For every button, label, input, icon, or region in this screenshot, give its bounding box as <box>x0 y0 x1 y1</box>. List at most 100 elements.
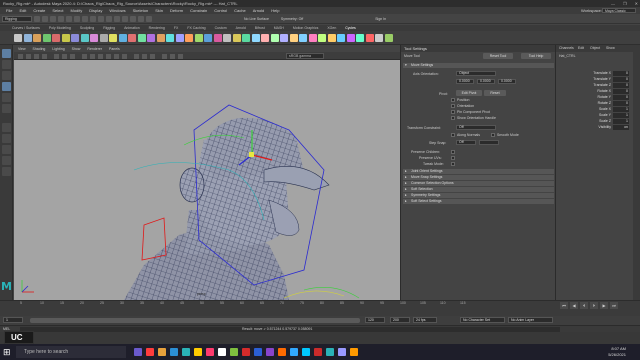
shelf-tab[interactable]: Poly Modeling <box>49 26 71 30</box>
section-common-selection[interactable]: Common Selection Options <box>403 181 554 186</box>
attribute-value[interactable]: 0 <box>613 83 629 88</box>
render-settings-icon[interactable] <box>146 15 152 22</box>
shelf-tab[interactable]: Rendering <box>149 26 165 30</box>
smooth-mode-checkbox[interactable] <box>491 133 495 137</box>
panel-side-tabs[interactable] <box>633 45 640 300</box>
persp-graph-icon[interactable] <box>2 156 11 165</box>
shelf-tab[interactable]: Rigging <box>103 26 115 30</box>
snap-point-icon[interactable] <box>114 15 120 22</box>
depth-of-field-icon[interactable] <box>178 54 183 59</box>
menu-deform[interactable]: Deform <box>170 8 183 13</box>
tweak-mode-checkbox[interactable] <box>451 162 455 166</box>
range-end-field[interactable]: 120 <box>365 317 385 323</box>
shelf-tool-icon[interactable] <box>42 34 51 42</box>
shelf-tab-active[interactable]: Cycles <box>345 26 356 30</box>
section-symmetry[interactable]: Symmetry Settings <box>403 193 554 198</box>
cb-tab-show[interactable]: Show <box>606 46 615 50</box>
preserve-children-checkbox[interactable] <box>451 150 455 154</box>
save-scene-icon[interactable] <box>50 15 56 22</box>
step-snap-value-field[interactable] <box>479 140 499 145</box>
ambient-occlusion-icon[interactable] <box>162 54 167 59</box>
cb-tab-channels[interactable]: Channels <box>559 46 574 50</box>
shelf-tool-icon[interactable] <box>80 34 89 42</box>
vp-menu-shading[interactable]: Shading <box>33 47 46 51</box>
shelf-tool-icon[interactable] <box>90 34 98 42</box>
section-move-snap[interactable]: Move Snap Settings <box>403 175 554 180</box>
sign-in-label[interactable]: Sign In <box>375 17 386 21</box>
transform-constraint-dropdown[interactable]: Off <box>456 125 496 130</box>
taskbar-app-icon[interactable] <box>302 348 310 356</box>
render-icon[interactable] <box>130 15 136 22</box>
anim-layer-dropdown[interactable]: No Anim Layer <box>508 317 553 323</box>
taskbar-app-icon[interactable] <box>278 348 286 356</box>
snap-grid-icon[interactable] <box>98 15 104 22</box>
undo-icon[interactable] <box>58 15 64 22</box>
wireframe-icon[interactable] <box>82 54 87 59</box>
preserve-uvs-checkbox[interactable] <box>451 156 455 160</box>
menu-arnold[interactable]: Arnold <box>253 8 265 13</box>
taskbar-app-icon[interactable] <box>134 348 142 356</box>
shelf-tool-icon[interactable] <box>99 34 108 42</box>
shelf-tool-icon[interactable] <box>242 34 250 42</box>
menu-control[interactable]: Control <box>214 8 227 13</box>
shelf-tool-icon[interactable] <box>289 34 298 42</box>
move-tool-icon[interactable] <box>2 82 11 91</box>
shelf-tool-icon[interactable] <box>251 34 260 42</box>
symmetry-label[interactable]: Symmetry: Off <box>281 17 303 21</box>
color-space-dropdown[interactable]: sRGB gamma <box>286 53 324 59</box>
fps-dropdown[interactable]: 24 fps <box>413 317 437 323</box>
shelf-tool-icon[interactable] <box>71 34 79 42</box>
taskbar-app-icon[interactable] <box>206 348 214 356</box>
wireframe-on-shaded-icon[interactable] <box>98 54 103 59</box>
snap-view-icon[interactable] <box>122 15 128 22</box>
shelf-tool-icon[interactable] <box>185 34 193 42</box>
menu-select[interactable]: Select <box>52 8 63 13</box>
vp-menu-renderer[interactable]: Renderer <box>87 47 102 51</box>
smooth-shade-icon[interactable] <box>90 54 95 59</box>
taskbar-app-icon[interactable] <box>350 348 358 356</box>
windows-start-icon[interactable]: ⊞ <box>3 347 13 357</box>
taskbar-app-icon[interactable] <box>146 348 154 356</box>
single-view-icon[interactable] <box>2 123 11 132</box>
shelf-tool-icon[interactable] <box>356 34 364 42</box>
shelf-tool-icon[interactable] <box>33 34 41 42</box>
shelf-tab[interactable]: Custom <box>215 26 227 30</box>
open-scene-icon[interactable] <box>42 15 48 22</box>
attribute-value[interactable]: 0 <box>613 77 629 82</box>
pin-component-pivot-checkbox[interactable] <box>451 110 455 114</box>
shelf-tool-icon[interactable] <box>156 34 165 42</box>
shelf-tool-icon[interactable] <box>109 34 117 42</box>
menu-help[interactable]: Help <box>271 8 279 13</box>
shelf-tool-icon[interactable] <box>213 34 222 42</box>
scale-tool-icon[interactable] <box>2 104 11 113</box>
maximize-button[interactable]: ❐ <box>623 1 627 6</box>
textured-icon[interactable] <box>106 54 111 59</box>
live-surface-label[interactable]: No Live Surface <box>244 17 269 21</box>
attribute-value[interactable]: 1 <box>613 107 629 112</box>
isolate-select-icon[interactable] <box>150 54 155 59</box>
taskbar-app-icon[interactable] <box>194 348 202 356</box>
cb-tab-object[interactable]: Object <box>590 46 600 50</box>
lights-icon[interactable] <box>114 54 119 59</box>
shelf-tool-icon[interactable] <box>61 34 70 42</box>
shelf-tool-icon[interactable] <box>299 34 307 42</box>
camera-attributes-icon[interactable] <box>26 54 31 59</box>
vp-menu-view[interactable]: View <box>18 47 26 51</box>
shelf-tool-icon[interactable] <box>337 34 345 42</box>
shelf-tab[interactable]: MASH <box>274 26 284 30</box>
attribute-value[interactable]: 0 <box>613 101 629 106</box>
shelf-tool-icon[interactable] <box>375 34 383 42</box>
go-to-start-button[interactable]: ⏮ <box>560 302 568 309</box>
shelf-tool-icon[interactable] <box>137 34 146 42</box>
attribute-value[interactable]: 1 <box>613 119 629 124</box>
shelf-tab[interactable]: Animation <box>124 26 140 30</box>
shelf-tool-icon[interactable] <box>147 34 155 42</box>
axis-x-field[interactable]: 0.0000 <box>456 79 474 84</box>
attribute-value[interactable]: 0 <box>613 71 629 76</box>
menu-edit[interactable]: Edit <box>19 8 26 13</box>
menu-constrain[interactable]: Constrain <box>190 8 207 13</box>
menu-file[interactable]: File <box>6 8 12 13</box>
taskbar-app-icon[interactable] <box>230 348 238 356</box>
taskbar-app-icon[interactable] <box>338 348 346 356</box>
taskbar-app-icon[interactable] <box>290 348 298 356</box>
